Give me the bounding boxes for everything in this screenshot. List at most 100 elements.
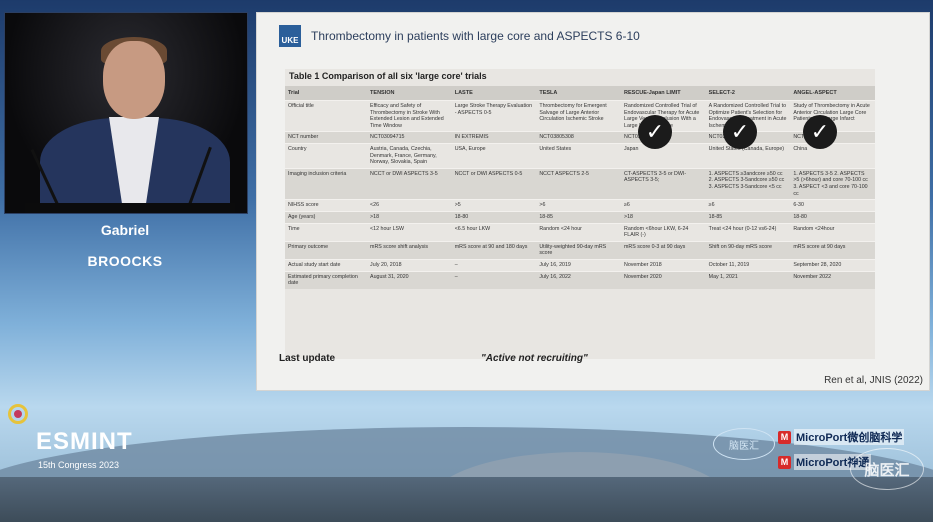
table-cell: Efficacy and Safety of Thrombectomy in S… [367,99,452,132]
table-cell: 6-30 [790,199,875,212]
table-cell: October 11, 2019 [705,258,791,272]
table-cell: 18-80 [451,210,537,224]
table-cell: >6 [536,199,622,212]
uke-logo: UKE [279,25,301,47]
table-cell: Large Stroke Therapy Evaluation - ASPECT… [451,99,537,132]
check-icon: ✓ [638,115,672,149]
table-cell: – [451,258,537,272]
table-cell: mRS score 0-3 at 90 days [621,240,706,260]
table-cell: November 2020 [621,270,706,289]
check-icon: ✓ [803,115,837,149]
table-cell: mRS score at 90 days [790,240,875,260]
row-label: Official title [285,99,368,132]
table-cell: ≥6 [705,199,791,212]
table-cell: NCCT or DWI ASPECTS 0-5 [451,167,537,200]
row-label: NIHSS score [285,199,368,212]
microport-logo-icon: M [778,455,791,469]
table-row: Official title Efficacy and Safety of Thr… [285,99,875,132]
table-cell: Utility-weighted 90-day mRS score [536,240,622,260]
table-cell: ≥6 [621,199,706,212]
table-cell: July 20, 2018 [367,258,452,272]
row-label: Time [285,222,368,242]
status-note: "Active not recruiting" [481,353,588,364]
table-cell: United States (Canada, Europe) [705,143,791,169]
column-header: RESCUE-Japan LIMIT [621,86,706,101]
column-header: ANGEL-ASPECT [790,86,875,101]
speaker-first-name: Gabriel [100,222,150,238]
watermark: 脑医汇 [850,448,924,490]
table-cell: >5 [451,199,537,212]
column-header: Trial [285,86,368,101]
table-cell: 1. ASPECTS ≥3andcore ≥50 cc 2. ASPECTS 3… [705,167,791,200]
row-label: Primary outcome [285,240,368,260]
table-cell: NCT03805308 [536,131,622,144]
congress-label: 15th Congress 2023 [38,460,120,470]
speaker-video [4,12,248,214]
sponsor-1-text: MicroPort微创脑科学 [794,429,905,445]
table-cell: Shift on 90-day mRS score [705,240,791,260]
table-cell: November 2018 [621,258,706,272]
table-cell: mRS score at 90 and 180 days [451,240,537,260]
table-cell: <26 [367,199,452,212]
table-caption: Table 1 Comparison of all six 'large cor… [289,71,487,81]
table-cell: Austria, Canada, Czechia, Denmark, Franc… [367,143,452,169]
microport-logo-icon: M [778,430,791,444]
column-header: TENSION [367,86,452,101]
table-cell: CT-ASPECTS 3-5 or DWI-ASPECTS 3-5; [621,167,706,200]
table-cell: May 1, 2021 [705,270,791,289]
table-cell: Thrombectomy for Emergent Salvage of Lar… [536,99,622,132]
row-label: NCT number [285,131,368,144]
sponsor-1: M MicroPort微创脑科学 [778,429,905,445]
table-cell: China [790,143,875,169]
table-header-row: Trial TENSION LASTE TESLA RESCUE-Japan L… [285,86,875,101]
table-cell: 18-85 [705,210,791,224]
table-cell: USA, Europe [451,143,537,169]
esmint-logo-icon [8,404,28,424]
table-cell: <6.5 hour LKW [451,222,537,242]
table-cell: November 2022 [790,270,875,289]
table-cell: 18-80 [790,210,875,224]
table-row: Actual study start date July 20, 2018– Jul… [285,258,875,272]
table-cell: IN EXTREMIS [451,131,537,144]
table-cell: – [451,270,537,289]
table-cell: Random <24 hour [536,222,622,242]
column-header: LASTE [451,86,537,101]
speaker-last-name: BROOCKS [87,253,163,269]
row-label: Imaging inclusion criteria [285,167,368,200]
table-cell: July 16, 2019 [536,258,622,272]
table-row: Imaging inclusion criteria NCCT or DWI AS… [285,167,875,200]
table-cell: July 16, 2022 [536,270,622,289]
table-row: Primary outcome mRS score shift analysis m… [285,240,875,260]
table-row: Age (years) >18 18-80 18-85 >18 18-85 18-80 [285,210,875,224]
slide-title: Thrombectomy in patients with large core… [311,29,640,43]
presentation-slide: UKE Thrombectomy in patients with large … [256,12,930,391]
row-label: Actual study start date [285,258,368,272]
table-row: NCT number NCT03094715 IN EXTREMIS NCT03805… [285,131,875,144]
table-cell: September 28, 2020 [790,258,875,272]
conference-name: ESMINT [36,428,133,455]
table-cell: NCCT ASPECTS 2-5 [536,167,622,200]
table-row: Estimated primary completion date August … [285,270,875,289]
partner-badge: 脑医汇 [713,428,775,460]
row-label: Estimated primary completion date [285,270,368,289]
table-cell: >18 [621,210,706,224]
comparison-table-card: Table 1 Comparison of all six 'large cor… [285,69,875,359]
table-cell: United States [536,143,622,169]
citation: Ren et al, JNIS (2022) [824,375,923,386]
table-cell: Treat <24 hour (0-12 vs6-24) [705,222,791,242]
check-icon: ✓ [723,115,757,149]
last-update-label: Last update [279,353,336,364]
row-label: Age (years) [285,210,368,224]
table-cell: 18-85 [536,210,622,224]
table-row: NIHSS score <26 >5 >6 ≥6 ≥6 6-30 [285,199,875,212]
table-row: Country Austria, Canada, Czechia, Denmark… [285,143,875,169]
table-cell: NCCT or DWI ASPECTS 3-5 [367,167,452,200]
table-cell: 1. ASPECTS 3-5 2. ASPECTS >5 (>6hour) an… [790,167,875,200]
column-header: SELECT-2 [705,86,791,101]
table-cell: mRS score shift analysis [367,240,452,260]
table-cell: Japan [621,143,706,169]
table-cell: Random <24hour [790,222,875,242]
slide-header: UKE Thrombectomy in patients with large … [279,23,640,49]
table-cell: <12 hour LSW [367,222,452,242]
table-cell: NCT03094715 [367,131,452,144]
